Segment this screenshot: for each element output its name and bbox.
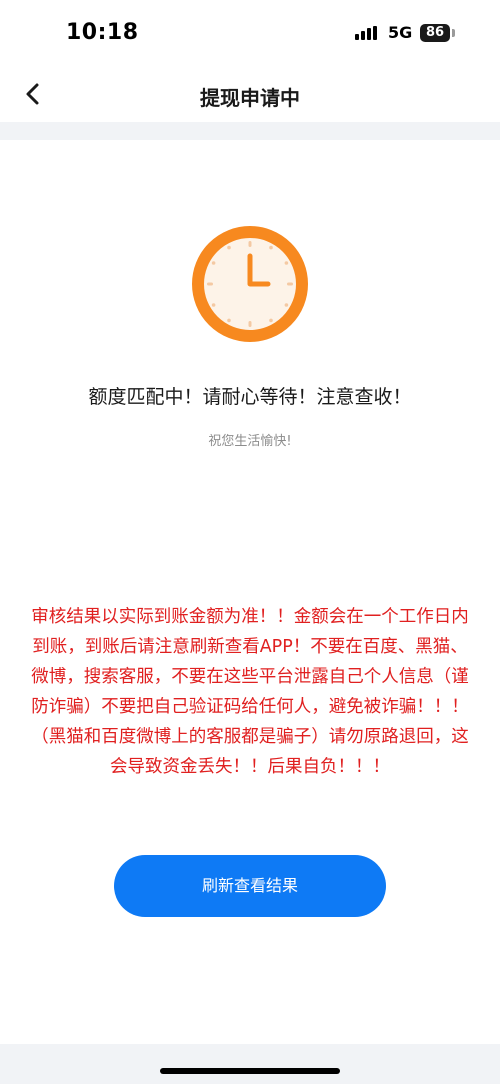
signal-icon — [355, 26, 381, 40]
network-label: 5G — [388, 23, 413, 42]
greeting-text: 祝您生活愉快! — [208, 434, 292, 449]
status-time: 10:18 — [66, 20, 139, 45]
battery-icon: 86 — [420, 24, 450, 42]
refresh-button[interactable]: 刷新查看结果 — [114, 855, 386, 917]
home-indicator[interactable] — [160, 1068, 340, 1074]
status-message: 额度匹配中！请耐心等待！注意查收！ — [88, 386, 412, 408]
screen: 10:18 5G 86 提现申请中 额度匹配中！请耐心等待！注意查收！ 祝您生活… — [0, 0, 500, 1084]
main-content: 额度匹配中！请耐心等待！注意查收！ 祝您生活愉快! 审核结果以实际到账金额为准！… — [0, 140, 500, 1044]
status-bar: 10:18 5G 86 — [0, 0, 500, 66]
page-title: 提现申请中 — [200, 86, 300, 110]
warning-notice: 审核结果以实际到账金额为准！！金额会在一个工作日内到账，到账后请注意刷新查看AP… — [31, 607, 469, 777]
clock-icon — [190, 224, 310, 344]
nav-bar: 提现申请中 — [0, 66, 500, 122]
bottom-area — [0, 1044, 500, 1084]
battery-cap — [452, 29, 455, 37]
nav-divider — [0, 122, 500, 140]
